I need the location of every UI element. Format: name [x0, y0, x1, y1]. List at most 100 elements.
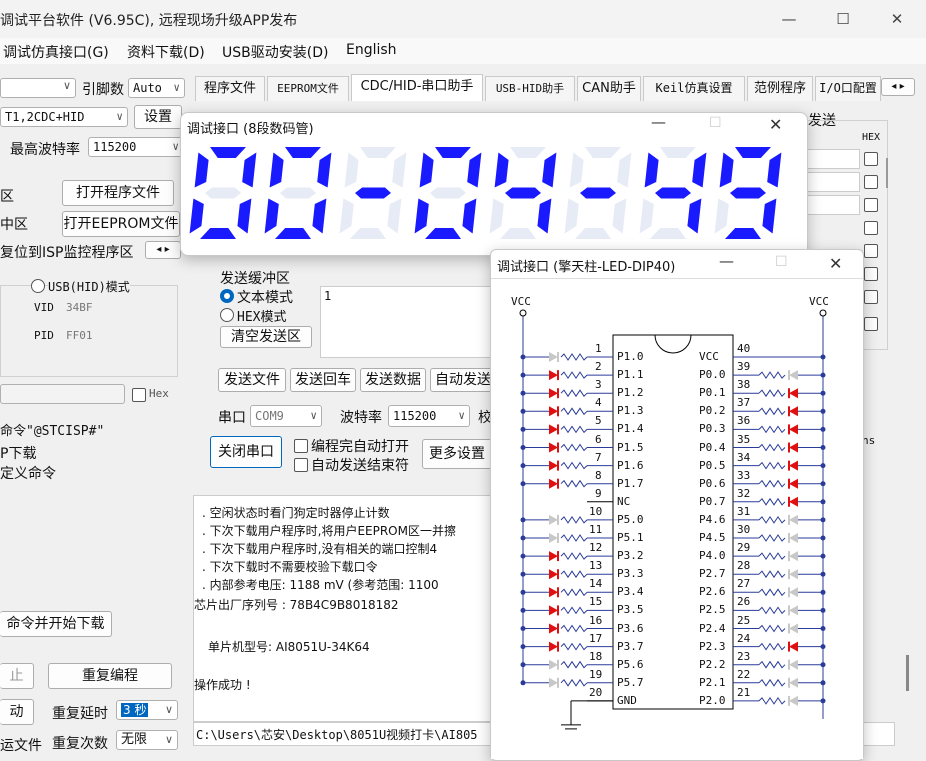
mode-combo[interactable]: T1,2CDC+HID ∨: [0, 107, 128, 127]
right-pin-number: 27: [737, 577, 751, 591]
close-port-button[interactable]: 关闭串口: [210, 436, 282, 468]
resistor-P3.2: [560, 552, 588, 561]
right-pin-name: P0.6: [699, 476, 726, 490]
reprogram-button[interactable]: 重复编程: [48, 663, 172, 689]
hex-cb-7[interactable]: [864, 290, 878, 304]
tab-program-file[interactable]: 程序文件: [195, 76, 265, 101]
auto-button[interactable]: 动: [0, 699, 34, 725]
hex-cb-2[interactable]: [864, 175, 878, 189]
mcu-combo[interactable]: ∨: [0, 78, 76, 98]
repeat-delay-combo[interactable]: 3 秒 ∨: [116, 700, 178, 720]
left-pin-name: P3.6: [617, 621, 644, 635]
digit-3-segment-b: [392, 152, 407, 188]
hex-mode-label: HEX模式: [237, 310, 287, 325]
resistor-P1.5: [560, 443, 588, 452]
right-pin-name: P4.0: [699, 549, 726, 563]
vcc-right-label: VCC: [809, 295, 829, 308]
tab-examples[interactable]: 范例程序: [747, 76, 813, 101]
serial-baud-combo[interactable]: 115200 ∨: [388, 405, 470, 427]
baud-combo[interactable]: 115200 ∨: [88, 137, 184, 157]
right-pin-number: 24: [737, 631, 751, 645]
minimize-button[interactable]: —: [766, 6, 812, 32]
digit-8-segment-a: [735, 147, 771, 158]
led-close-button[interactable]: ✕: [829, 254, 842, 273]
maximize-button[interactable]: ☐: [820, 6, 866, 32]
digit-8-segment-f: [719, 152, 734, 188]
hex-mode-radio[interactable]: [220, 308, 234, 322]
tab-keil[interactable]: Keil仿真设置: [643, 76, 745, 101]
menu-debug[interactable]: 调试仿真接口(G): [3, 42, 109, 62]
open-program-button[interactable]: 打开程序文件: [62, 180, 174, 206]
reset-scroll-arrows[interactable]: ◂ ▸: [145, 241, 181, 259]
repeat-count-label: 重复次数: [52, 736, 108, 752]
clear-send-button[interactable]: 清空发送区: [220, 326, 312, 348]
left-node: [520, 354, 526, 360]
right-node: [820, 426, 826, 432]
seg-close-button[interactable]: ✕: [769, 115, 782, 134]
left-pin-name: P3.5: [617, 603, 644, 617]
menu-english[interactable]: English: [346, 42, 397, 58]
hex-cb-4[interactable]: [864, 221, 878, 235]
menu-usb-driver[interactable]: USB驱动安装(D): [222, 42, 328, 62]
tab-io-config[interactable]: I/O口配置: [815, 76, 881, 101]
led-maximize-button[interactable]: ☐: [775, 254, 788, 270]
more-settings-button[interactable]: 更多设置: [422, 439, 492, 469]
log-line: 单片机型号: AI8051U-34K64: [208, 640, 370, 654]
led-P2.7: [789, 569, 798, 580]
send-data-button[interactable]: 发送数据: [360, 368, 426, 392]
hex-cb-5[interactable]: [864, 244, 878, 258]
resistor-P5.7: [560, 678, 588, 687]
left-pin-number: 14: [589, 577, 603, 591]
digit-5-segment-e: [489, 198, 504, 234]
seven-segment-window[interactable]: 调试接口 (8段数码管) — ☐ ✕: [180, 112, 808, 256]
resistor-P0.6: [758, 479, 786, 488]
open-eeprom-button[interactable]: 打开EEPROM文件: [62, 211, 180, 237]
digit-7-segment-b: [692, 152, 707, 188]
digit-7-segment-g: [655, 187, 691, 199]
tab-eeprom-file[interactable]: EEPROM文件: [267, 76, 349, 101]
usb-hid-radio[interactable]: [31, 279, 45, 293]
repeat-count-combo[interactable]: 无限 ∨: [116, 730, 178, 750]
digit-3-segment-c: [387, 198, 402, 234]
hex-cb-3[interactable]: [864, 198, 878, 212]
pin-count-combo[interactable]: Auto ∨: [128, 78, 185, 98]
port-combo[interactable]: COM9 ∨: [250, 405, 322, 427]
resistor-P5.6: [560, 660, 588, 669]
close-button[interactable]: ✕: [874, 6, 920, 32]
seg-maximize-button[interactable]: ☐: [709, 115, 722, 131]
hex-cb-1[interactable]: [864, 152, 878, 166]
tab-usb-hid[interactable]: USB-HID助手: [485, 76, 575, 101]
left-pin-number: 12: [589, 541, 603, 555]
seg-minimize-button[interactable]: —: [651, 113, 666, 131]
led-dip40-window[interactable]: 调试接口 (擎天柱-LED-DIP40) — ☐ ✕ VCC VCC P1.0 1…: [490, 249, 864, 761]
tab-scroll-arrows[interactable]: ◂ ▸: [881, 78, 915, 96]
send-file-button[interactable]: 发送文件: [218, 368, 286, 392]
left-pin-number: 1: [595, 342, 602, 355]
menu-download[interactable]: 资料下载(D): [127, 42, 205, 62]
tab-can[interactable]: CAN助手: [577, 76, 641, 101]
resistor-P5.1: [560, 534, 588, 542]
hex-checkbox[interactable]: [132, 388, 146, 402]
tab-cdc-hid[interactable]: CDC/HID-串口助手: [351, 74, 483, 101]
text-mode-radio[interactable]: [220, 289, 234, 303]
stop-button[interactable]: 止: [0, 663, 34, 689]
resistor-P2.2: [758, 660, 786, 669]
start-download-button[interactable]: 命令并开始下载: [0, 611, 112, 637]
hex-cb-6[interactable]: [864, 267, 878, 281]
led-minimize-button[interactable]: —: [719, 252, 734, 270]
auto-open-checkbox[interactable]: [294, 439, 308, 453]
resistor-P2.4: [758, 624, 786, 633]
hex-input[interactable]: [0, 384, 125, 404]
output-log[interactable]: . 空闲状态时看门狗定时器停止计数 . 下次下载用户程序时,将用户EEPROM区…: [193, 495, 497, 722]
hex-cb-8[interactable]: [864, 317, 878, 331]
send-cr-button[interactable]: 发送回车: [290, 368, 356, 392]
auto-send-end-checkbox[interactable]: [294, 458, 308, 472]
auto-send-button[interactable]: 自动发送: [430, 368, 496, 392]
log-scrollbar[interactable]: [906, 655, 909, 691]
multi-send-scroll[interactable]: [886, 158, 888, 188]
vid-label: VID: [34, 301, 54, 314]
log-line: . 下次下载时不需要校验下载口令: [202, 560, 378, 574]
send-buffer-textarea[interactable]: 1: [320, 286, 502, 358]
left-pin-name: P1.7: [617, 476, 644, 490]
settings-button[interactable]: 设置: [134, 105, 182, 129]
